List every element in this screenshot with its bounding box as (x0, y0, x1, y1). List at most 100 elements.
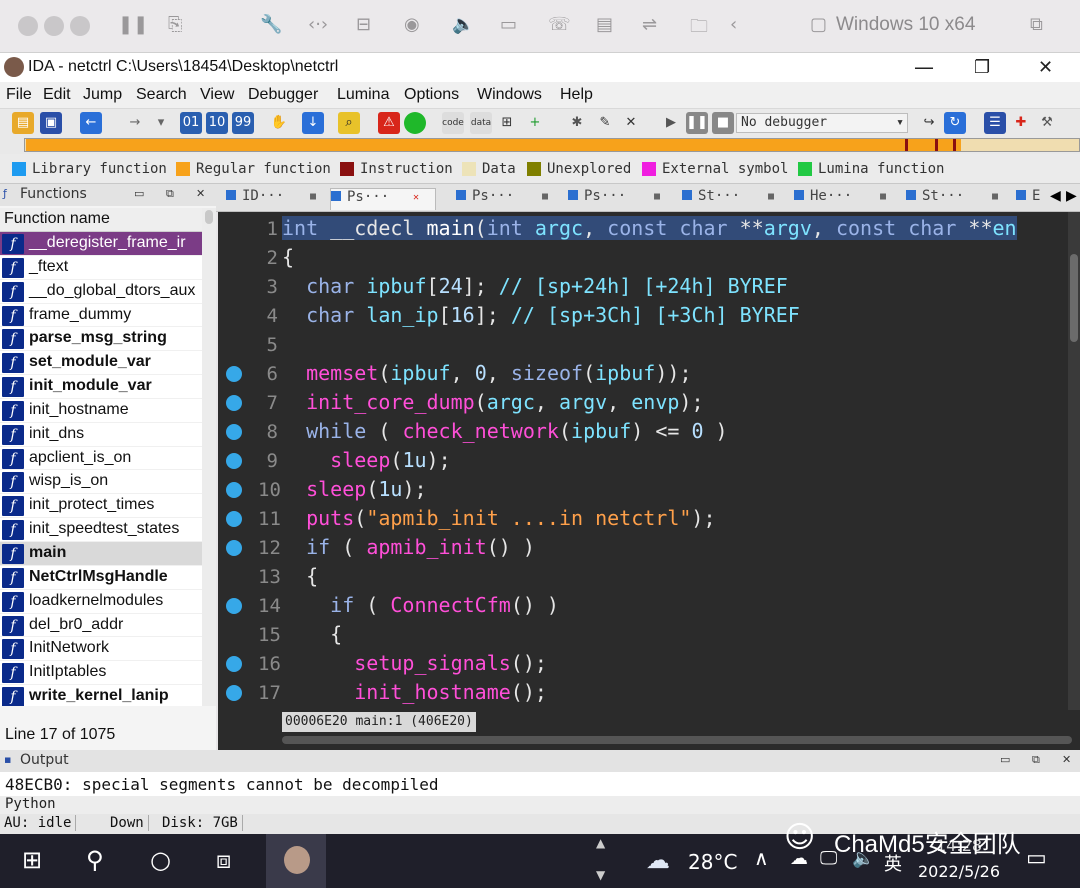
pause-icon[interactable]: ❚❚ (118, 14, 148, 35)
navigation-band[interactable] (0, 136, 1080, 154)
breakpoint-dot-icon[interactable] (226, 395, 242, 411)
speaker-icon[interactable]: 🔈 (452, 14, 474, 35)
back-arrow-icon[interactable]: ← (80, 112, 102, 134)
taskbar-scroll-up-icon[interactable]: ▲ (596, 836, 605, 850)
code-line-4[interactable]: char lan_ip[16]; // [sp+3Ch] [+3Ch] BYRE… (282, 303, 800, 327)
breakpoint-dot-icon[interactable] (226, 598, 242, 614)
tab-pseudocode-a[interactable]: Ps··· ✕ (330, 188, 436, 210)
function-row[interactable]: f apclient_is_on (0, 447, 202, 471)
function-row[interactable]: f __do_global_dtors_aux (0, 280, 202, 304)
panel-restore-icon[interactable]: ▭ (1000, 753, 1010, 766)
menu-jump[interactable]: Jump (83, 86, 122, 104)
code-icon[interactable]: ‹·› (308, 14, 328, 35)
menu-help[interactable]: Help (560, 86, 593, 104)
breakpoint-dot-icon[interactable] (226, 424, 242, 440)
tab-enums[interactable]: E (1016, 188, 1050, 210)
function-row[interactable]: f init_module_var (0, 375, 202, 399)
delete-icon[interactable]: ✕ (620, 112, 642, 134)
code-line-16[interactable]: setup_signals(); (282, 651, 547, 675)
code-line-7[interactable]: init_core_dump(argc, argv, envp); (282, 390, 703, 414)
function-row[interactable]: f set_module_var (0, 351, 202, 376)
code-line-1[interactable]: int __cdecl main(int argc, const char **… (282, 216, 1017, 240)
usb-icon[interactable]: ⇌ (642, 14, 657, 35)
tab-close-icon[interactable]: ■ (542, 191, 548, 202)
search-icon[interactable]: ⌕ (338, 112, 360, 134)
tab-scroll-right-icon[interactable]: ▶ (1066, 188, 1077, 204)
tab-strings[interactable]: St··· ■ (682, 188, 792, 210)
tab-close-icon[interactable]: ■ (768, 191, 774, 202)
fullscreen-icon[interactable]: ⧉ (1030, 14, 1043, 35)
windows-start-icon[interactable]: ⊞ (22, 846, 42, 874)
hand-icon[interactable]: ✋ (268, 112, 290, 134)
down-arrow-icon[interactable]: ↓ (302, 112, 324, 134)
code-line-14[interactable]: if ( ConnectCfm() ) (282, 593, 559, 617)
edit-icon[interactable]: ✎ (594, 112, 616, 134)
panel-close-icon[interactable]: ✕ (196, 187, 205, 200)
function-row[interactable]: f main (0, 541, 202, 566)
debugger-select[interactable]: No debugger ▾ (736, 113, 908, 133)
tab-ida-view[interactable]: ID··· ■ (226, 188, 330, 210)
breakpoint-dot-icon[interactable] (226, 511, 242, 527)
play-icon[interactable]: ▶ (660, 112, 682, 134)
minimize-button[interactable]: — (914, 55, 934, 79)
function-row[interactable]: f init_speedtest_states (0, 518, 202, 542)
function-name-column-header[interactable]: Function name (0, 208, 216, 232)
scrollbar-thumb[interactable] (1070, 254, 1078, 342)
panel-float-icon[interactable]: ⧉ (1032, 753, 1040, 767)
function-row[interactable]: f parse_msg_string (0, 327, 202, 352)
phone-icon[interactable]: ☏ (548, 14, 571, 35)
oct-icon[interactable]: 10 (206, 112, 228, 134)
breakpoint-dot-icon[interactable] (226, 482, 242, 498)
taskbar-scroll-down-icon[interactable]: ▼ (596, 868, 605, 882)
code-line-13[interactable]: { (282, 564, 318, 588)
panel-float-icon[interactable]: ⧉ (166, 187, 174, 201)
tab-hex-view[interactable]: He··· ■ (794, 188, 904, 210)
code-line-12[interactable]: if ( apmib_init() ) (282, 535, 535, 559)
wrench-icon[interactable]: 🔧 (260, 14, 282, 35)
tab-close-icon[interactable]: ■ (310, 191, 316, 202)
tools-icon[interactable]: ⚒ (1036, 112, 1058, 134)
function-list-scrollbar[interactable] (202, 208, 216, 706)
code-line-3[interactable]: char ipbuf[24]; // [sp+24h] [+24h] BYREF (282, 274, 788, 298)
panel-restore-icon[interactable]: ▭ (134, 187, 144, 200)
taskbar-ida-app[interactable] (266, 834, 326, 888)
code-line-8[interactable]: while ( check_network(ipbuf) <= 0 ) (282, 419, 728, 443)
code-horizontal-scrollbar[interactable] (282, 736, 1072, 744)
struct-icon[interactable]: ⊞ (496, 112, 518, 134)
camera-icon[interactable]: ◉ (404, 14, 420, 35)
breakpoint-add-icon[interactable]: ✚ (1010, 112, 1032, 134)
forward-dropdown-icon[interactable]: ▾ (150, 112, 172, 134)
function-row[interactable]: f del_br0_addr (0, 614, 202, 638)
close-button[interactable]: ✕ (1038, 57, 1053, 78)
code-line-15[interactable]: { (282, 622, 342, 646)
breakpoint-dot-icon[interactable] (226, 685, 242, 701)
menu-windows[interactable]: Windows (477, 86, 542, 104)
stop-icon[interactable]: ■ (712, 112, 734, 134)
vm-close-dot[interactable] (18, 16, 38, 36)
maximize-button[interactable]: ❐ (974, 57, 990, 78)
breakpoint-dot-icon[interactable] (226, 366, 242, 382)
open-icon[interactable]: ▤ (12, 112, 34, 134)
tray-expand-icon[interactable]: ∧ (754, 846, 769, 870)
printer-icon[interactable]: ▤ (596, 14, 613, 35)
clock-date[interactable]: 2022/5/26 (918, 862, 1000, 881)
vm-zoom-dot[interactable] (70, 16, 90, 36)
function-row[interactable]: f loadkernelmodules (0, 590, 202, 614)
tab-close-icon[interactable]: ■ (880, 191, 886, 202)
menu-view[interactable]: View (200, 86, 234, 104)
breakpoint-dot-icon[interactable] (226, 540, 242, 556)
function-row[interactable]: f __deregister_frame_ir (0, 232, 202, 256)
folder-icon[interactable]: 🗀 (690, 14, 708, 44)
function-row[interactable]: f _ftext (0, 256, 202, 280)
panel-close-icon[interactable]: ✕ (1062, 753, 1071, 766)
function-row[interactable]: f init_protect_times (0, 494, 202, 519)
taskbar-search-icon[interactable]: ⚲ (86, 846, 104, 874)
tab-close-icon[interactable]: ■ (654, 191, 660, 202)
tab-close-icon[interactable]: ■ (992, 191, 998, 202)
code-line-6[interactable]: memset(ipbuf, 0, sizeof(ipbuf)); (282, 361, 691, 385)
python-prompt[interactable]: Python (0, 796, 1080, 814)
code-vertical-scrollbar[interactable] (1068, 212, 1080, 710)
tab-structures[interactable]: St··· ■ (906, 188, 1016, 210)
step-into-icon[interactable]: ↪ (918, 112, 940, 134)
code-line-2[interactable]: { (282, 245, 294, 269)
